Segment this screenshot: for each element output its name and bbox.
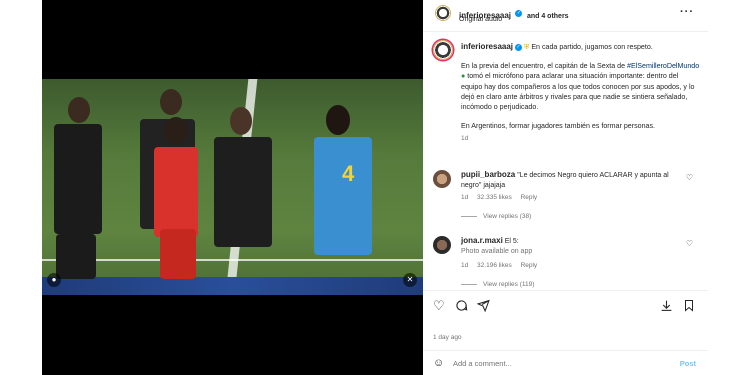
comment-username[interactable]: jona.r.maxi	[461, 236, 503, 245]
comment-time[interactable]: 1d	[461, 194, 468, 201]
divider	[461, 283, 477, 285]
hashtag-link[interactable]: #ElSemilleroDelMundo	[627, 62, 699, 70]
comment-likes[interactable]: 32.196 likes	[477, 262, 512, 269]
red-player-figure	[154, 147, 198, 237]
caption-text: tomó el micrófono para aclarar una situa…	[461, 72, 695, 112]
action-bar: ♡	[423, 290, 708, 320]
original-audio-link[interactable]: Original audio	[459, 16, 502, 23]
verified-badge-icon: ✓	[515, 43, 523, 51]
download-icon[interactable]	[660, 299, 673, 315]
view-replies-label: View replies (119)	[483, 281, 535, 288]
video-player[interactable]: 4 ● ✕	[42, 0, 423, 375]
view-replies-label: View replies (38)	[483, 213, 532, 220]
field-line	[42, 259, 423, 261]
avatar[interactable]	[435, 5, 451, 21]
caption-headline: En cada partido, jugamos con respeto.	[531, 43, 653, 51]
reply-button[interactable]: Reply	[521, 262, 538, 269]
view-replies-button[interactable]: View replies (119)	[461, 281, 534, 288]
post-header: inferioresaaaj ✓ and 4 others Original a…	[423, 0, 708, 32]
divider	[461, 215, 477, 217]
user-tags-icon[interactable]: ●	[47, 273, 61, 287]
more-horizontal-icon[interactable]: ···	[680, 6, 694, 18]
post-panel: inferioresaaaj ✓ and 4 others Original a…	[423, 0, 708, 375]
referee-figure	[214, 137, 272, 247]
comment-item: jona.r.maxi El 5: Photo available on app…	[433, 236, 703, 292]
heart-icon[interactable]: ♡	[686, 173, 693, 182]
bookmark-icon[interactable]	[683, 299, 695, 315]
referee-legs	[56, 234, 96, 279]
and-others-text[interactable]: and 4 others	[527, 13, 569, 20]
caption-username[interactable]: inferioresaaaj	[461, 42, 513, 51]
referee-head	[68, 97, 90, 123]
verified-badge-icon: ✓	[515, 10, 523, 18]
comment-icon[interactable]	[455, 299, 468, 315]
comment-item: pupii_barboza "Le decimos Negro quiero A…	[433, 170, 703, 226]
comment-text: El 5:	[504, 238, 519, 245]
photo-available-text: Photo available on app	[461, 248, 533, 255]
red-player-legs	[160, 229, 196, 279]
reply-button[interactable]: Reply	[521, 194, 538, 201]
video-frame[interactable]: 4 ● ✕	[42, 79, 423, 295]
post-caption: inferioresaaaj ✓ ⛨ En cada partido, juga…	[461, 42, 701, 145]
blue-player-head	[326, 105, 350, 135]
comment-avatar[interactable]	[433, 170, 451, 188]
comment-avatar[interactable]	[433, 236, 451, 254]
caption-text: En la previa del encuentro, el capitán d…	[461, 62, 628, 71]
share-icon[interactable]	[476, 299, 490, 315]
caption-avatar[interactable]	[433, 40, 453, 60]
caption-time[interactable]: 1d	[461, 134, 701, 144]
comment-username[interactable]: pupii_barboza	[461, 170, 515, 179]
view-replies-button[interactable]: View replies (38)	[461, 213, 531, 220]
red-player-head	[164, 117, 188, 145]
post-button[interactable]: Post	[680, 359, 696, 368]
comment-likes[interactable]: 32.335 likes	[477, 194, 512, 201]
emoji-icon[interactable]: ☺	[433, 357, 444, 369]
stadium-stand	[42, 277, 423, 295]
heart-icon[interactable]: ♡	[686, 239, 693, 248]
post-date[interactable]: 1 day ago	[433, 334, 462, 341]
like-heart-icon[interactable]: ♡	[433, 299, 445, 313]
add-comment-bar: ☺ Post	[423, 350, 708, 375]
jersey-number: 4	[342, 161, 355, 186]
comment-input[interactable]	[453, 356, 653, 370]
caption-text: En Argentinos, formar jugadores también …	[461, 122, 655, 131]
referee-head	[230, 107, 252, 135]
referee-head	[160, 89, 182, 115]
referee-figure	[54, 124, 102, 234]
blue-player-figure	[314, 137, 372, 255]
muted-speaker-icon[interactable]: ✕	[403, 273, 417, 287]
shield-emoji-icon: ⛨	[524, 43, 530, 51]
comment-time[interactable]: 1d	[461, 262, 468, 269]
